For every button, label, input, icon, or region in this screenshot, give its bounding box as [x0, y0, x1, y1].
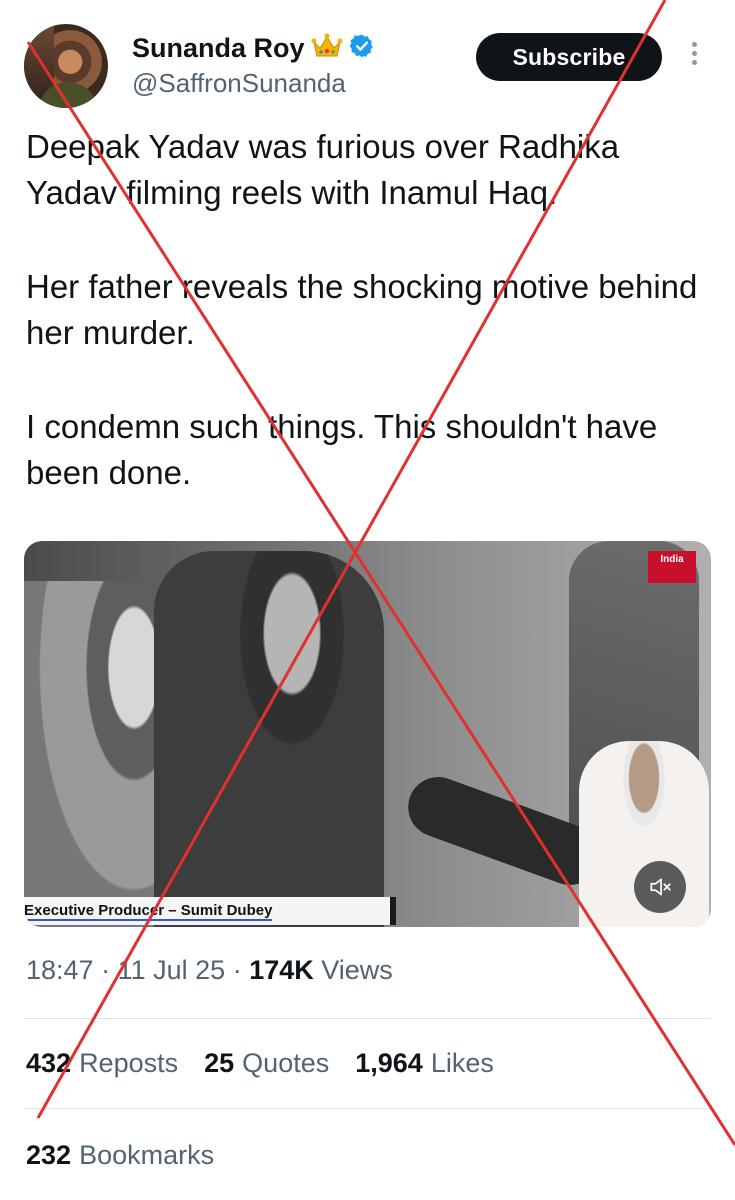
speaker-muted-icon	[650, 878, 671, 896]
verified-icon	[349, 33, 375, 64]
author-name-row[interactable]: Sunanda Roy	[132, 30, 375, 66]
author-handle[interactable]: @SaffronSunanda	[132, 68, 346, 99]
video-credit-caption: Executive Producer – Sumit Dubey	[24, 897, 396, 925]
channel-logo: India	[648, 551, 696, 583]
video-frame-person	[154, 551, 384, 927]
author-name[interactable]: Sunanda Roy	[132, 33, 305, 64]
divider	[24, 1018, 711, 1019]
tweet-paragraph: Her father reveals the shocking motive b…	[26, 268, 698, 351]
bookmarks-stat[interactable]: 232 Bookmarks	[26, 1140, 214, 1171]
engagement-stats: 432 Reposts 25 Quotes 1,964 Likes	[26, 1048, 494, 1079]
likes-label: Likes	[430, 1048, 494, 1078]
tweet-text: Deepak Yadav was furious over Radhika Ya…	[26, 124, 716, 544]
tweet-time[interactable]: 18:47	[26, 955, 94, 985]
quotes-label: Quotes	[242, 1048, 330, 1078]
mute-button[interactable]	[634, 861, 686, 913]
tweet-date[interactable]: 11 Jul 25	[118, 955, 226, 985]
views-label: Views	[321, 955, 393, 985]
likes-stat[interactable]: 1,964 Likes	[355, 1048, 494, 1079]
tweet-meta: 18:47 · 11 Jul 25 · 174K Views	[26, 955, 393, 985]
reposts-count: 432	[26, 1048, 72, 1078]
crown-icon	[311, 32, 343, 64]
bookmarks-label: Bookmarks	[79, 1140, 215, 1170]
tweet-paragraph: Deepak Yadav was furious over Radhika Ya…	[26, 128, 620, 211]
video-player[interactable]: India Executive Producer – Sumit Dubey	[24, 541, 711, 927]
views-count: 174K	[249, 955, 314, 985]
video-credit-text: Executive Producer – Sumit Dubey	[24, 902, 273, 921]
quotes-count: 25	[204, 1048, 235, 1078]
reposts-label: Reposts	[79, 1048, 179, 1078]
divider	[24, 1108, 711, 1109]
bookmarks-count: 232	[26, 1140, 72, 1170]
avatar[interactable]	[24, 24, 108, 108]
likes-count: 1,964	[355, 1048, 423, 1078]
tweet-paragraph: I condemn such things. This shouldn't ha…	[26, 408, 658, 491]
subscribe-button[interactable]: Subscribe	[476, 33, 662, 81]
quotes-stat[interactable]: 25 Quotes	[204, 1048, 329, 1079]
reposts-stat[interactable]: 432 Reposts	[26, 1048, 178, 1079]
more-options-icon[interactable]	[684, 42, 704, 72]
